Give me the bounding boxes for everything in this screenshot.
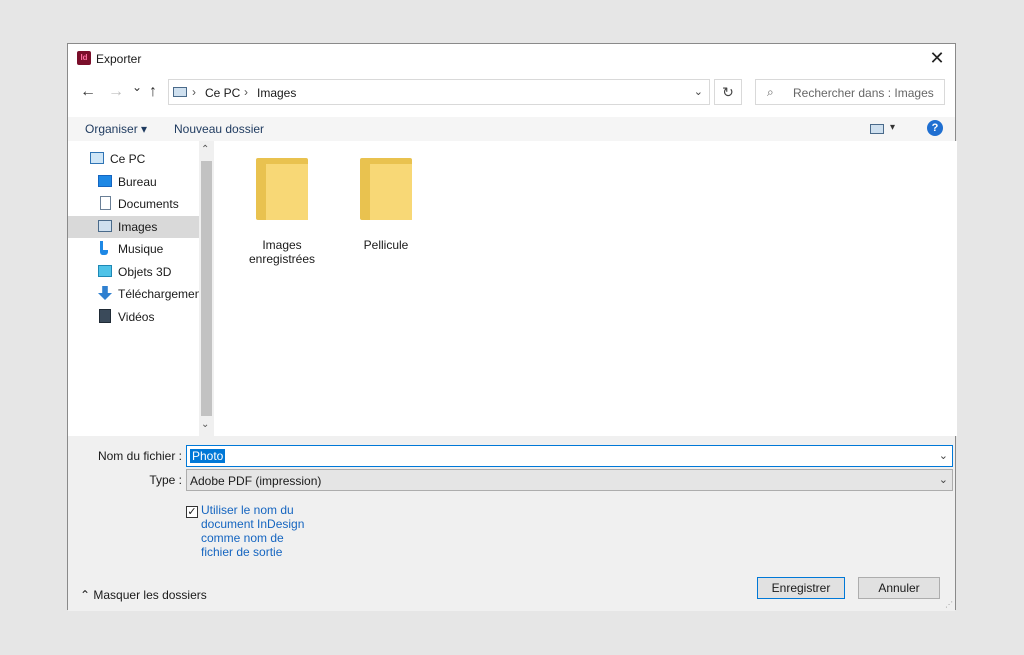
title-bar: Id Exporter ✕: [68, 44, 955, 73]
file-type-select[interactable]: Adobe PDF (impression) ⌄: [186, 469, 953, 491]
folder-label: Images enregistrées: [248, 238, 316, 266]
sidebar-item-label: Ce PC: [110, 152, 146, 166]
view-options-chevron-icon[interactable]: ▾: [890, 122, 895, 133]
sidebar-item-images[interactable]: Images: [68, 216, 199, 238]
breadcrumb-images[interactable]: Images: [257, 86, 296, 100]
save-options-panel: Nom du fichier : Photo ⌄ Type : Adobe PD…: [68, 436, 955, 611]
close-button[interactable]: ✕: [919, 44, 955, 73]
filename-history-chevron-icon[interactable]: ⌄: [939, 449, 948, 462]
breadcrumb-separator: ›: [244, 85, 248, 99]
sidebar-item-bureau[interactable]: Bureau: [68, 171, 199, 193]
up-arrow-icon[interactable]: ↑: [149, 83, 157, 101]
resize-grip-icon[interactable]: ⋰: [945, 600, 953, 609]
export-dialog: Id Exporter ✕ ← → ⌄ ↑ › Ce PC › Images ⌄…: [67, 43, 957, 611]
sidebar-item-telechargements[interactable]: Téléchargements: [68, 283, 199, 305]
address-history-chevron-icon[interactable]: ⌄: [694, 85, 703, 98]
sidebar-item-musique[interactable]: Musique: [68, 238, 199, 260]
sidebar-item-documents[interactable]: Documents: [68, 193, 199, 215]
help-icon[interactable]: ?: [927, 120, 943, 136]
sidebar-item-label: Musique: [118, 242, 164, 256]
sidebar-item-label: Documents: [118, 197, 179, 211]
downloads-icon: [98, 286, 112, 300]
address-bar[interactable]: › Ce PC › Images ⌄: [168, 79, 710, 105]
navigation-bar: ← → ⌄ ↑ › Ce PC › Images ⌄ ↻ ⌕ Recherche…: [68, 73, 955, 117]
3d-objects-icon: [98, 265, 112, 277]
sidebar-item-label: Images: [118, 220, 158, 234]
sidebar-item-label: Téléchargements: [118, 287, 199, 301]
forward-arrow-icon[interactable]: →: [108, 83, 124, 101]
sidebar-scrollbar[interactable]: ⌃ ⌄: [199, 141, 214, 436]
search-input[interactable]: ⌕ Rechercher dans : Images: [755, 79, 945, 105]
sidebar-item-objets-3d[interactable]: Objets 3D: [68, 261, 199, 283]
breadcrumb-ce-pc[interactable]: Ce PC: [205, 86, 240, 100]
pictures-icon: [98, 220, 112, 232]
back-arrow-icon[interactable]: ←: [80, 83, 96, 101]
sidebar-item-label: Objets 3D: [118, 265, 172, 279]
documents-icon: [100, 196, 111, 210]
recent-locations-chevron-icon[interactable]: ⌄: [132, 80, 142, 94]
sidebar-item-ce-pc[interactable]: Ce PC: [68, 148, 199, 170]
refresh-icon[interactable]: ↻: [714, 79, 742, 105]
search-icon: ⌕: [767, 85, 774, 99]
sidebar-item-videos[interactable]: Vidéos: [68, 306, 199, 328]
indesign-app-icon: Id: [77, 51, 91, 65]
breadcrumb-separator: ›: [192, 85, 196, 99]
organize-button[interactable]: Organiser ▾: [85, 122, 147, 136]
use-document-name-label[interactable]: Utiliser le nom du document InDesign com…: [201, 503, 311, 559]
videos-icon: [99, 309, 111, 323]
type-label: Type :: [149, 473, 182, 487]
navigation-pane: Ce PC Bureau Documents Images Musique Ob…: [68, 141, 214, 436]
search-placeholder: Rechercher dans : Images: [793, 86, 934, 100]
scroll-up-icon[interactable]: ⌃: [201, 144, 209, 155]
use-document-name-checkbox[interactable]: ✓: [186, 506, 198, 518]
filename-field[interactable]: Photo ⌄: [186, 445, 953, 467]
folder-item-images-enregistrees[interactable]: Images enregistrées: [237, 156, 327, 266]
save-button[interactable]: Enregistrer: [757, 577, 845, 599]
computer-icon: [90, 152, 104, 164]
window-title: Exporter: [96, 52, 142, 66]
chevron-down-icon: ⌄: [938, 474, 948, 486]
folder-item-pellicule[interactable]: Pellicule: [341, 156, 431, 252]
folder-icon: [256, 156, 308, 220]
file-type-value: Adobe PDF (impression): [190, 474, 322, 488]
scrollbar-thumb[interactable]: [201, 161, 212, 416]
pictures-icon: [173, 87, 187, 97]
folder-icon: [360, 156, 412, 220]
music-icon: [100, 241, 108, 255]
sidebar-item-label: Bureau: [118, 175, 157, 189]
filename-label: Nom du fichier :: [97, 449, 182, 463]
view-options-icon[interactable]: [870, 124, 884, 134]
desktop-icon: [98, 175, 112, 187]
sidebar-item-label: Vidéos: [118, 310, 155, 324]
cancel-button[interactable]: Annuler: [858, 577, 940, 599]
scroll-down-icon[interactable]: ⌄: [201, 419, 209, 430]
hide-folders-button[interactable]: ⌃ Masquer les dossiers: [80, 588, 207, 602]
file-list: Images enregistrées Pellicule: [214, 141, 957, 436]
command-toolbar: Organiser ▾ Nouveau dossier ▾ ?: [68, 117, 955, 141]
new-folder-button[interactable]: Nouveau dossier: [174, 122, 264, 136]
folder-label: Pellicule: [363, 238, 409, 252]
filename-value: Photo: [190, 449, 226, 463]
